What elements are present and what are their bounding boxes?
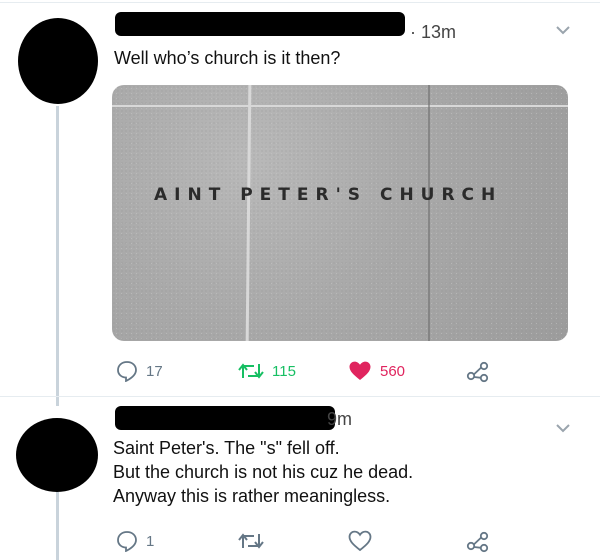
tweet-time: · 13m [410,22,457,42]
tweet-divider [0,396,600,397]
retweet-button[interactable] [238,530,264,552]
like-button[interactable]: 560 [348,360,405,382]
share-button[interactable] [466,361,490,383]
stone-texture [112,85,568,341]
retweet-count: 115 [272,362,296,380]
retweet-button[interactable]: 115 [238,360,296,382]
reply-line: But the church is not his cuz he dead. [113,462,414,482]
share-button[interactable] [466,531,490,553]
redacted-username [115,12,405,36]
chevron-down-icon[interactable] [555,20,571,41]
reply-line: Saint Peter's. The "s" fell off. [113,438,340,458]
reply-button[interactable]: 17 [116,360,163,382]
avatar[interactable] [16,418,98,492]
like-icon [348,530,372,552]
retweet-icon [238,533,264,549]
reply-count: 1 [146,532,155,550]
like-button[interactable] [348,530,372,552]
reply-icon [117,361,137,382]
chevron-down-icon[interactable] [555,418,571,439]
tweet-text: Well who’s church is it then? [114,48,341,68]
share-icon [466,361,489,383]
like-count: 560 [380,362,406,380]
tweet-photo[interactable]: AINT PETER'S CHURCH [112,85,568,341]
top-divider [0,2,600,3]
tweet-time: 9m [327,409,353,429]
engraved-text: AINT PETER'S CHURCH [154,185,503,205]
reply-text: Saint Peter's. The "s" fell off. But the… [113,436,413,508]
share-icon [466,531,489,553]
reply-line: Anyway this is rather meaningless. [113,486,391,506]
thread-line [56,492,59,560]
redacted-username [115,406,335,430]
retweet-icon [238,363,264,379]
thread-line [56,106,59,406]
stone-seam [428,85,430,341]
reply-count: 17 [146,362,163,380]
reply-icon [117,531,137,552]
like-icon [349,361,371,380]
avatar[interactable] [18,18,98,104]
stone-seam [112,105,568,107]
reply-button[interactable]: 1 [116,530,154,552]
